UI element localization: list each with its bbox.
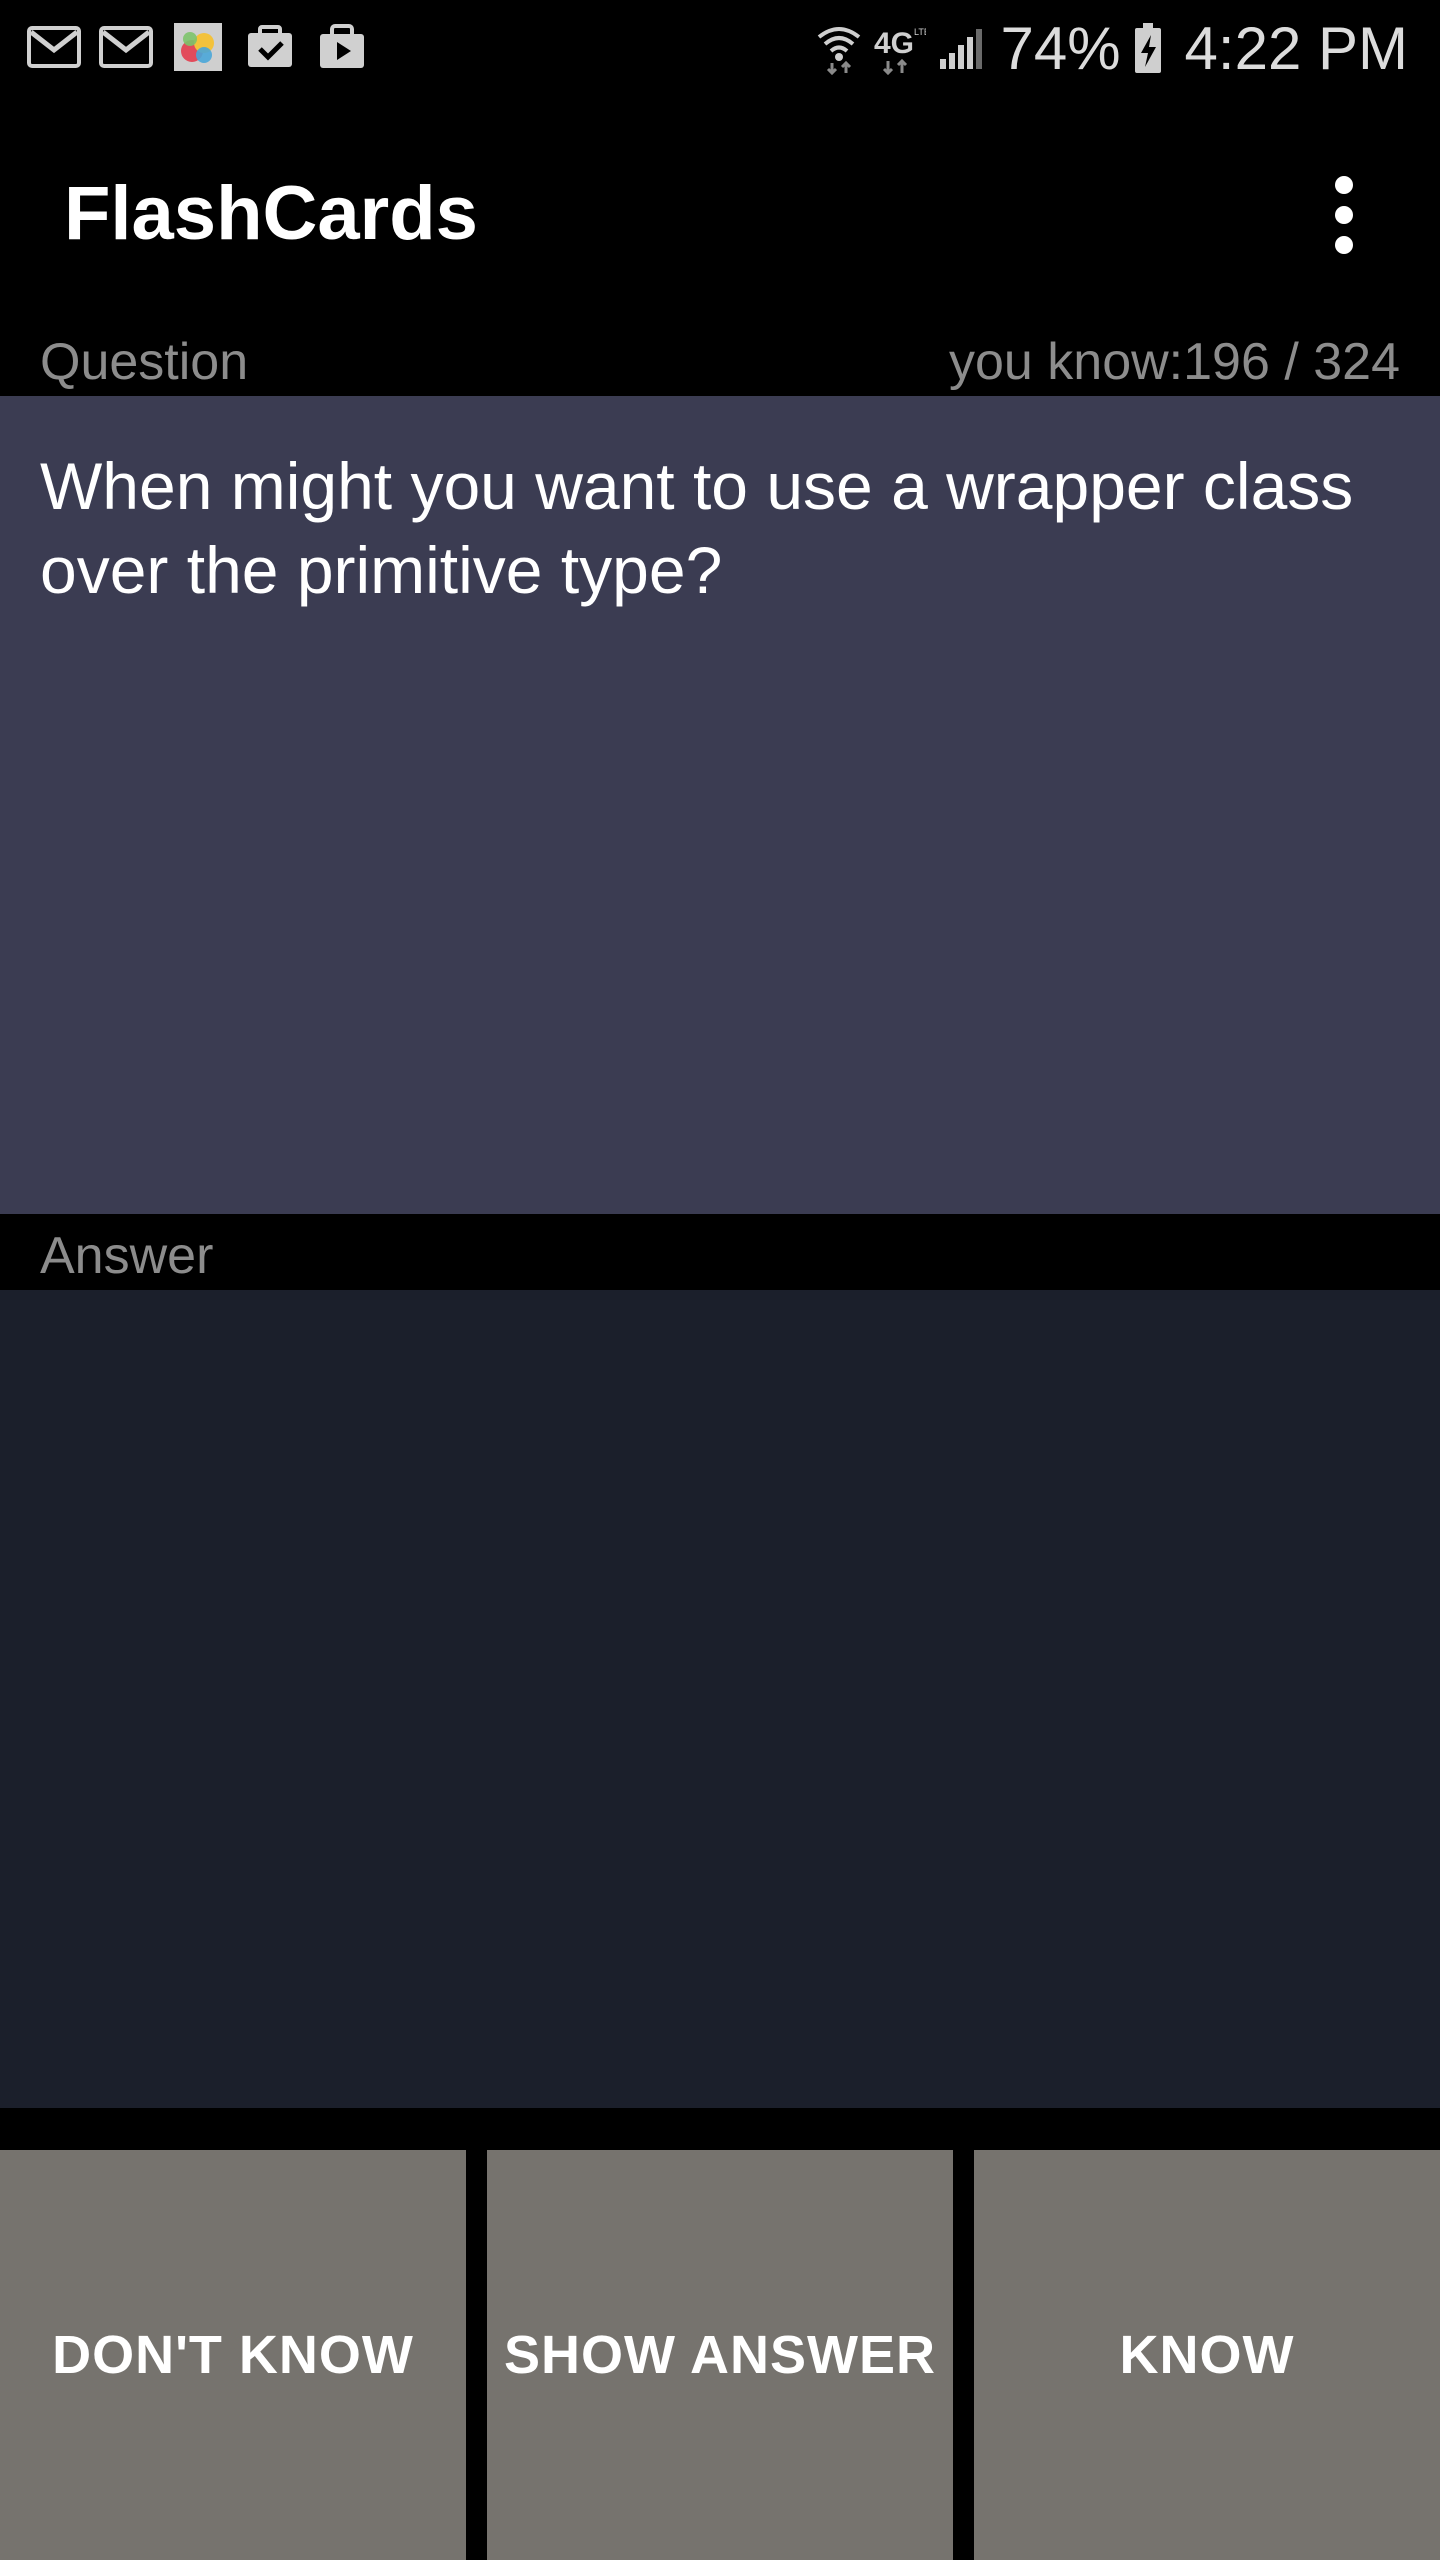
system-status: 4G LTE 74% 4:22 PM (816, 14, 1408, 84)
lte-icon: 4G LTE (874, 23, 926, 75)
menu-dot (1335, 206, 1353, 224)
gmail-icon (98, 22, 154, 72)
question-text: When might you want to use a wrapper cla… (40, 449, 1354, 607)
wifi-icon (816, 23, 862, 75)
app-icon (170, 22, 226, 72)
app-bar: FlashCards (0, 96, 1440, 328)
battery-charging-icon (1133, 23, 1163, 75)
menu-dot (1335, 236, 1353, 254)
calendar-check-icon (242, 22, 298, 72)
network-label: 4G (874, 27, 914, 60)
action-button-row: DON'T KNOW SHOW ANSWER KNOW (0, 2150, 1440, 2560)
dont-know-button[interactable]: DON'T KNOW (0, 2150, 466, 2560)
answer-header: Answer (0, 1214, 1440, 1290)
status-bar: 4G LTE 74% 4:22 PM (0, 0, 1440, 96)
svg-text:LTE: LTE (914, 27, 926, 37)
know-button[interactable]: KNOW (974, 2150, 1440, 2560)
notification-icons (26, 22, 370, 72)
play-store-icon (314, 22, 370, 72)
app-title: FlashCards (64, 171, 478, 256)
overflow-menu-icon[interactable] (1304, 170, 1384, 260)
battery-percent: 74% (1000, 15, 1121, 82)
clock: 4:22 PM (1184, 15, 1408, 82)
menu-dot (1335, 176, 1353, 194)
answer-card[interactable] (0, 1290, 1440, 2108)
gmail-icon (26, 22, 82, 72)
signal-icon (938, 27, 988, 71)
question-card[interactable]: When might you want to use a wrapper cla… (0, 396, 1440, 1214)
answer-label: Answer (40, 1227, 214, 1285)
question-header: Question you know:196 / 324 (0, 328, 1440, 396)
show-answer-button[interactable]: SHOW ANSWER (487, 2150, 953, 2560)
progress-counter: you know:196 / 324 (949, 333, 1400, 391)
question-label: Question (40, 333, 249, 391)
